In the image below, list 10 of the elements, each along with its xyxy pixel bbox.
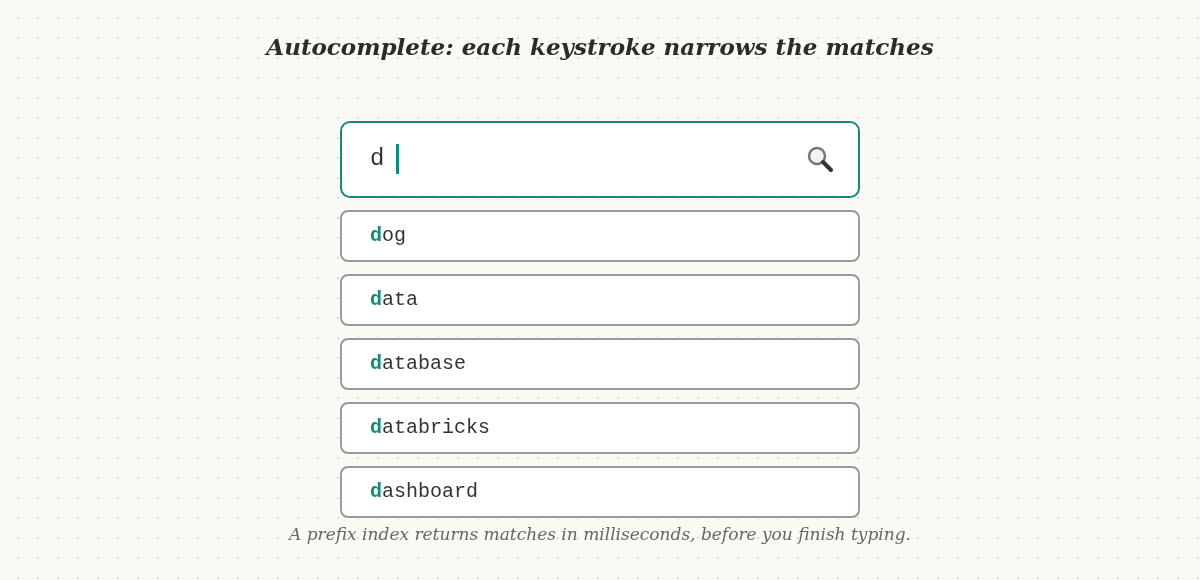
suggestion-item[interactable]: data [340,273,860,326]
caption: A prefix index returns matches in milliseconds, before you finish typing. [289,522,911,546]
suggestion-item[interactable]: dashboard [340,465,860,518]
suggestion-item[interactable]: dog [340,209,860,262]
search-field[interactable]: d [340,120,860,198]
page-title: Autocomplete: each keystroke narrows the matches [266,32,934,62]
text-cursor [396,144,400,174]
search-icon [806,145,834,173]
suggestion-item[interactable]: databricks [340,401,860,454]
suggestion-item[interactable]: database [340,337,860,390]
